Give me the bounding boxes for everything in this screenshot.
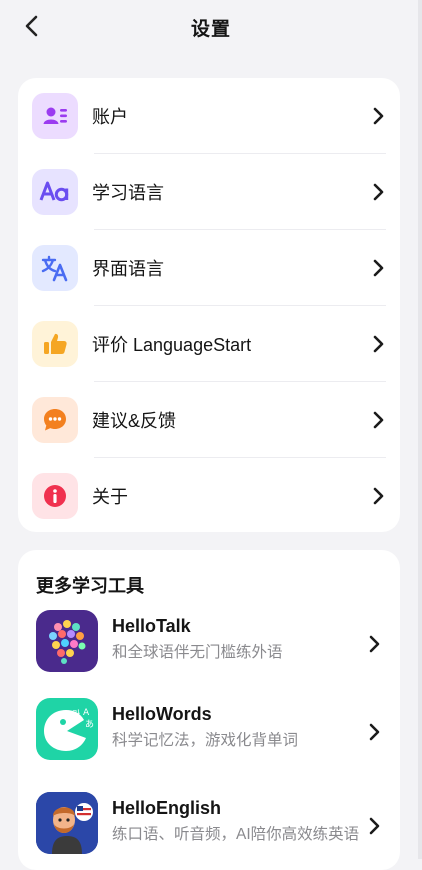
settings-item-learning-language[interactable]: 学习语言 xyxy=(18,154,400,230)
top-bar: 设置 xyxy=(0,0,422,54)
settings-item-rate-app[interactable]: 评价 LanguageStart xyxy=(18,306,400,382)
scrollbar[interactable] xyxy=(418,0,422,859)
chevron-right-icon xyxy=(369,817,380,835)
hellowords-logo-icon: 가 A あ xyxy=(36,698,98,760)
chevron-right-icon xyxy=(373,335,384,353)
settings-list: 账户 学习语言 界面语言 评价 LanguageStart 建议&反馈 关于 xyxy=(18,78,400,532)
app-description: 科学记忆法，游戏化背单词 xyxy=(112,732,299,749)
app-description: 练口语、听音频，AI陪你高效练英语 xyxy=(112,826,360,843)
chevron-right-icon xyxy=(369,723,380,741)
app-description: 和全球语伴无门槛练外语 xyxy=(112,644,283,661)
settings-item-about[interactable]: 关于 xyxy=(18,458,400,534)
app-name: HelloTalk xyxy=(112,616,191,636)
chevron-right-icon xyxy=(373,411,384,429)
chat-bubble-icon xyxy=(32,397,78,443)
settings-item-label: 评价 LanguageStart xyxy=(92,335,252,355)
app-item-hellowords[interactable]: 가 A あ HelloWords 科学记忆法，游戏化背单词 xyxy=(18,698,400,764)
chevron-right-icon xyxy=(373,107,384,125)
info-icon xyxy=(32,473,78,519)
settings-item-label: 关于 xyxy=(92,487,128,507)
settings-item-feedback[interactable]: 建议&反馈 xyxy=(18,382,400,458)
chevron-right-icon xyxy=(373,183,384,201)
chevron-right-icon xyxy=(369,635,380,653)
chevron-right-icon xyxy=(373,259,384,277)
app-item-helloenglish[interactable]: HelloEnglish 练口语、听音频，AI陪你高效练英语 xyxy=(18,792,400,858)
app-name: HelloEnglish xyxy=(112,798,222,818)
settings-item-interface-language[interactable]: 界面语言 xyxy=(18,230,400,306)
settings-item-label: 界面语言 xyxy=(92,259,164,279)
page-title: 设置 xyxy=(190,19,231,40)
aa-icon xyxy=(32,169,78,215)
chevron-right-icon xyxy=(373,487,384,505)
settings-item-account[interactable]: 账户 xyxy=(18,78,400,154)
thumbs-up-icon xyxy=(32,321,78,367)
helloenglish-logo-icon xyxy=(36,792,98,854)
section-title: 更多学习工具 xyxy=(36,576,144,596)
more-tools-section: 更多学习工具 HelloTalk 和全球语伴无门槛练外语 가 A あ Hello… xyxy=(18,550,400,870)
svg-text:가: 가 xyxy=(72,709,80,720)
settings-item-label: 学习语言 xyxy=(92,183,164,203)
svg-text:A: A xyxy=(83,708,90,718)
settings-item-label: 建议&反馈 xyxy=(92,411,177,431)
svg-text:あ: あ xyxy=(85,719,94,730)
translate-icon xyxy=(32,245,78,291)
app-name: HelloWords xyxy=(112,704,212,724)
hellotalk-logo-icon xyxy=(36,610,98,672)
settings-item-label: 账户 xyxy=(92,107,128,127)
account-icon xyxy=(32,93,78,139)
app-item-hellotalk[interactable]: HelloTalk 和全球语伴无门槛练外语 xyxy=(18,610,400,676)
